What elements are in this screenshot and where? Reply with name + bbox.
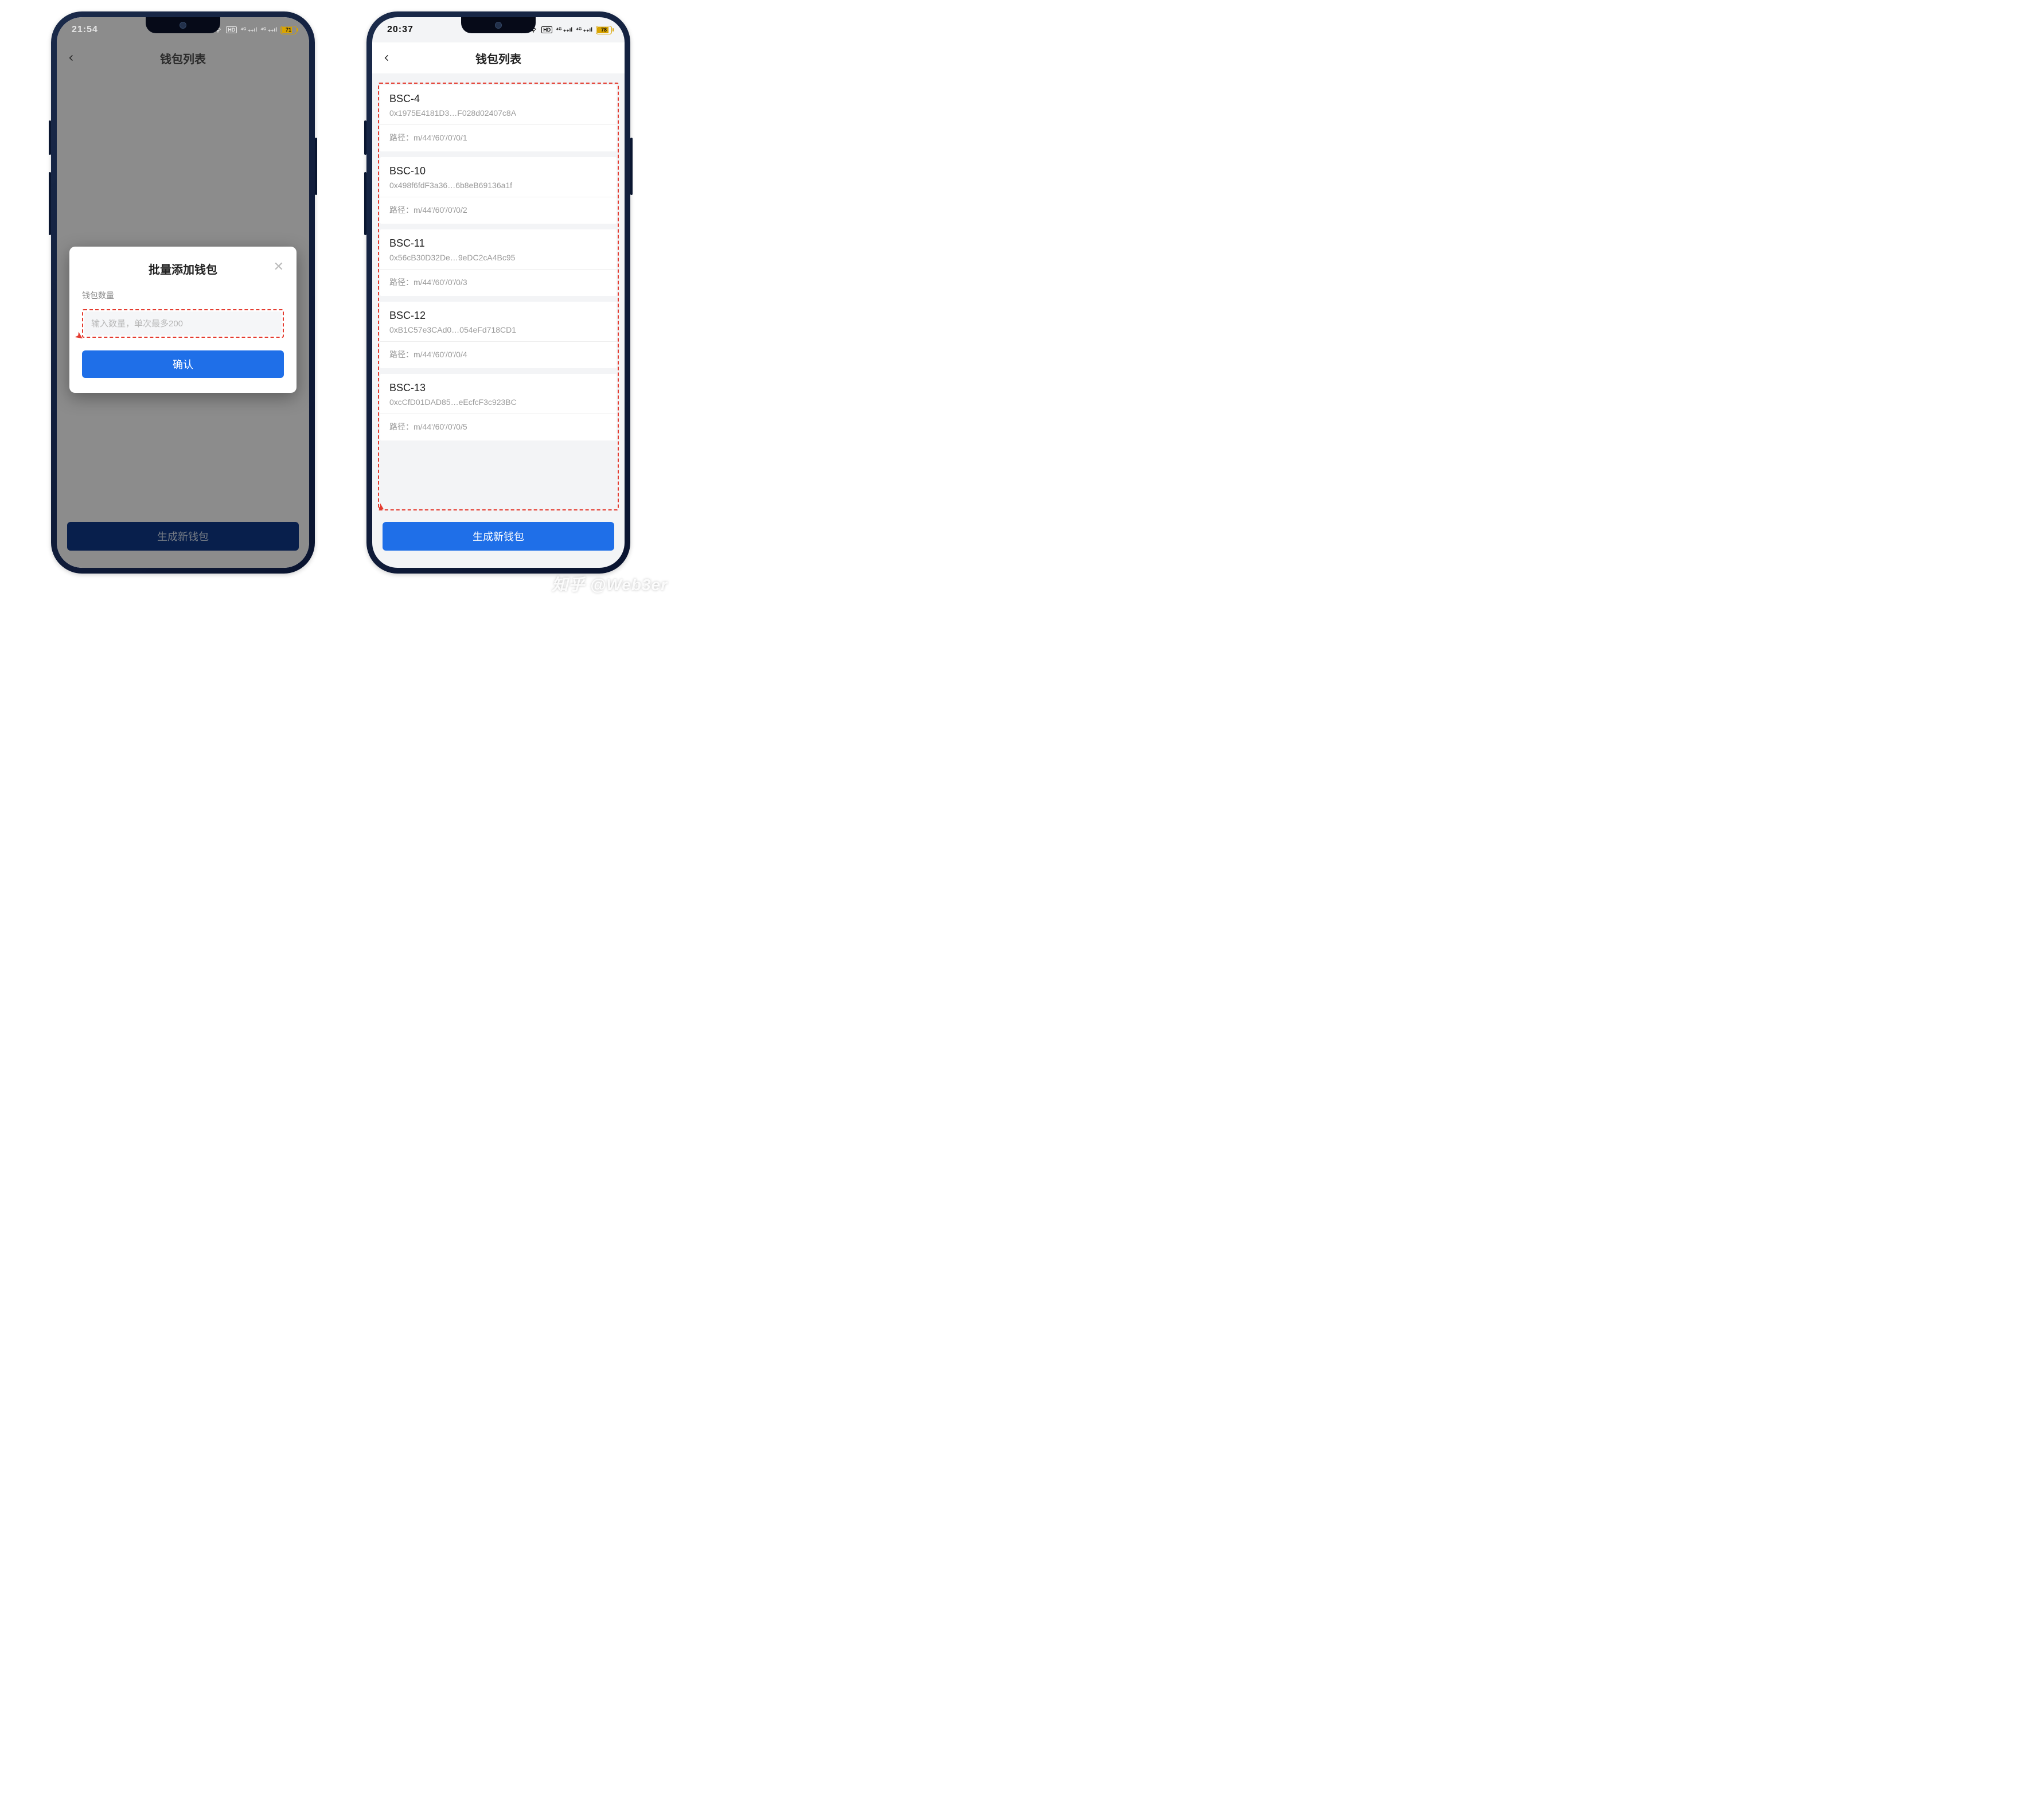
signal-icon-1: ⁴ᴳ ₊₊ıl — [240, 27, 257, 33]
side-button — [364, 120, 366, 155]
back-button[interactable] — [67, 52, 75, 64]
wallet-name: BSC-10 — [389, 165, 607, 177]
highlight-box: BSC-4 0x1975E4181D3…F028d02407c8A 路径：m/44'… — [378, 83, 619, 510]
hd-icon: HD — [541, 26, 552, 33]
highlight-box: ➤ — [82, 309, 284, 338]
wallet-address: 0xB1C57e3CAd0…054eFd718CD1 — [389, 325, 607, 334]
wallet-address: 0x1975E4181D3…F028d02407c8A — [389, 108, 607, 118]
phone-left: 21:54 HD ⁴ᴳ ₊₊ıl ⁴ᴳ ₊₊ıl — [51, 11, 315, 574]
wallet-address: 0xcCfD01DAD85…eEcfcF3c923BC — [389, 397, 607, 407]
wallet-address: 0x498f6fdF3a36…6b8eB69136a1f — [389, 181, 607, 190]
watermark: 知乎 @Web3er — [552, 572, 668, 595]
wallet-path: 路径：m/44'/60'/0'/0/2 — [380, 197, 617, 224]
wallet-card[interactable]: BSC-4 0x1975E4181D3…F028d02407c8A 路径：m/44'… — [380, 85, 617, 151]
signal-icon-2: ⁴ᴳ ₊₊ıl — [576, 27, 592, 33]
nav-header: 钱包列表 — [372, 42, 625, 73]
side-button — [315, 138, 317, 195]
generate-wallet-button[interactable]: 生成新钱包 — [383, 522, 614, 551]
back-button[interactable] — [383, 52, 391, 64]
generate-wallet-label: 生成新钱包 — [473, 529, 524, 544]
signal-icon-1: ⁴ᴳ ₊₊ıl — [556, 27, 572, 33]
side-button — [364, 172, 366, 235]
wallet-list[interactable]: BSC-4 0x1975E4181D3…F028d02407c8A 路径：m/44'… — [380, 85, 617, 508]
status-time: 20:37 — [387, 25, 414, 35]
wallet-card[interactable]: BSC-12 0xB1C57e3CAd0…054eFd718CD1 路径：m/44'… — [380, 302, 617, 368]
side-button — [630, 138, 633, 195]
hd-icon: HD — [226, 26, 237, 33]
batch-add-modal: 批量添加钱包 ✕ 钱包数量 ➤ 确认 — [69, 247, 297, 393]
wallet-path: 路径：m/44'/60'/0'/0/5 — [380, 414, 617, 440]
wallet-path: 路径：m/44'/60'/0'/0/1 — [380, 124, 617, 151]
page-title: 钱包列表 — [475, 50, 521, 67]
modal-title: 批量添加钱包 — [149, 264, 217, 276]
wallet-card[interactable]: BSC-10 0x498f6fdF3a36…6b8eB69136a1f 路径：m/4… — [380, 157, 617, 224]
wallet-name: BSC-4 — [389, 93, 607, 105]
wallet-address: 0x56cB30D32De…9eDC2cA4Bc95 — [389, 253, 607, 262]
notch — [461, 17, 536, 33]
wallet-name: BSC-11 — [389, 237, 607, 249]
status-time: 21:54 — [72, 25, 98, 35]
close-icon[interactable]: ✕ — [274, 260, 284, 273]
wallet-path: 路径：m/44'/60'/0'/0/3 — [380, 269, 617, 296]
phone-right: 20:37 HD ⁴ᴳ ₊₊ıl ⁴ᴳ ₊₊ıl — [366, 11, 630, 574]
side-button — [49, 120, 51, 155]
wallet-name: BSC-12 — [389, 310, 607, 322]
battery-icon: 71 — [280, 26, 297, 34]
notch — [146, 17, 220, 33]
wallet-count-input[interactable] — [84, 311, 282, 336]
nav-header: 钱包列表 — [57, 42, 309, 73]
signal-icon-2: ⁴ᴳ ₊₊ıl — [260, 27, 277, 33]
page-title: 钱包列表 — [160, 50, 206, 67]
count-label: 钱包数量 — [82, 290, 284, 301]
wallet-path: 路径：m/44'/60'/0'/0/4 — [380, 341, 617, 368]
wallet-name: BSC-13 — [389, 382, 607, 394]
wallet-card[interactable]: BSC-13 0xcCfD01DAD85…eEcfcF3c923BC 路径：m/44… — [380, 374, 617, 440]
wallet-card[interactable]: BSC-11 0x56cB30D32De…9eDC2cA4Bc95 路径：m/44'… — [380, 229, 617, 296]
side-button — [49, 172, 51, 235]
battery-icon: 78 — [596, 26, 612, 34]
confirm-button[interactable]: 确认 — [82, 350, 284, 378]
